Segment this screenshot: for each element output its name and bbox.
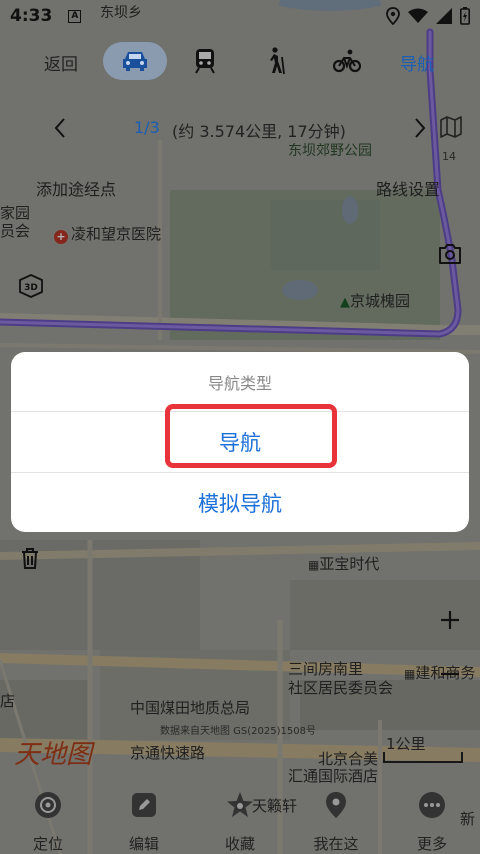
mode-walk-button[interactable]: [258, 42, 292, 80]
route-settings-link[interactable]: 路线设置: [376, 176, 440, 200]
mode-car-button[interactable]: [103, 42, 167, 80]
mode-transit-button[interactable]: [188, 42, 222, 80]
minus-icon: [441, 672, 459, 676]
tab-favorite-label: 收藏: [224, 835, 255, 853]
highlight-box: [165, 404, 337, 468]
svg-text:3D: 3D: [24, 283, 38, 293]
location-pin-icon: [321, 790, 351, 819]
wifi-icon: [408, 8, 428, 23]
star-icon: [225, 790, 255, 819]
route-info-row: 1/3 (约 3.574公里, 17分钟): [0, 114, 480, 144]
notification-a-icon: A: [68, 9, 82, 23]
chevron-right-icon[interactable]: [412, 116, 428, 140]
navigate-button[interactable]: 导航: [400, 50, 434, 75]
bottom-tab-bar: 定位 编辑 收藏 我在这 更多: [0, 786, 480, 854]
edit-icon: [129, 790, 159, 819]
car-icon: [123, 52, 147, 71]
trash-icon: [22, 548, 38, 569]
camera-icon: [439, 244, 461, 264]
3d-button[interactable]: 3D: [13, 268, 49, 304]
signal-icon: [436, 8, 452, 24]
location-icon: [386, 7, 400, 25]
bicycle-icon: [333, 49, 361, 73]
status-time: 4:33: [10, 6, 53, 26]
more-icon: [417, 790, 447, 819]
tab-locate[interactable]: 定位: [8, 786, 88, 854]
delete-button[interactable]: [12, 540, 48, 576]
dialog-title: 导航类型: [11, 352, 469, 412]
tab-here-label: 我在这: [313, 835, 359, 853]
add-waypoint-link[interactable]: 添加途经点: [36, 176, 116, 200]
chevron-left-icon[interactable]: [52, 116, 68, 140]
camera-button[interactable]: [432, 236, 468, 272]
option-simulate-navigate[interactable]: 模拟导航: [11, 472, 469, 532]
tab-locate-label: 定位: [32, 835, 63, 853]
route-mode-toolbar: 返回 导航: [0, 42, 480, 82]
zoom-in-button[interactable]: [432, 602, 468, 638]
route-count: 1/3: [134, 118, 160, 137]
tab-more[interactable]: 更多: [392, 786, 472, 854]
tab-more-label: 更多: [416, 835, 447, 853]
battery-icon: [460, 7, 470, 25]
plus-icon: [441, 611, 459, 629]
zoom-out-button[interactable]: [432, 656, 468, 692]
hiking-icon: [270, 47, 285, 75]
mode-bike-button[interactable]: [330, 42, 364, 80]
map-icon[interactable]: [440, 116, 462, 138]
tab-edit-label: 编辑: [128, 835, 159, 853]
tab-favorite[interactable]: 收藏: [200, 786, 280, 854]
train-icon: [195, 49, 215, 74]
back-button[interactable]: 返回: [44, 50, 78, 75]
tab-i-am-here[interactable]: 我在这: [296, 786, 376, 854]
route-detail: (约 3.574公里, 17分钟): [172, 122, 346, 141]
3d-cube-icon: 3D: [19, 274, 43, 298]
locate-icon: [33, 790, 63, 819]
status-bar: 4:33 A: [0, 0, 480, 32]
tab-edit[interactable]: 编辑: [104, 786, 184, 854]
